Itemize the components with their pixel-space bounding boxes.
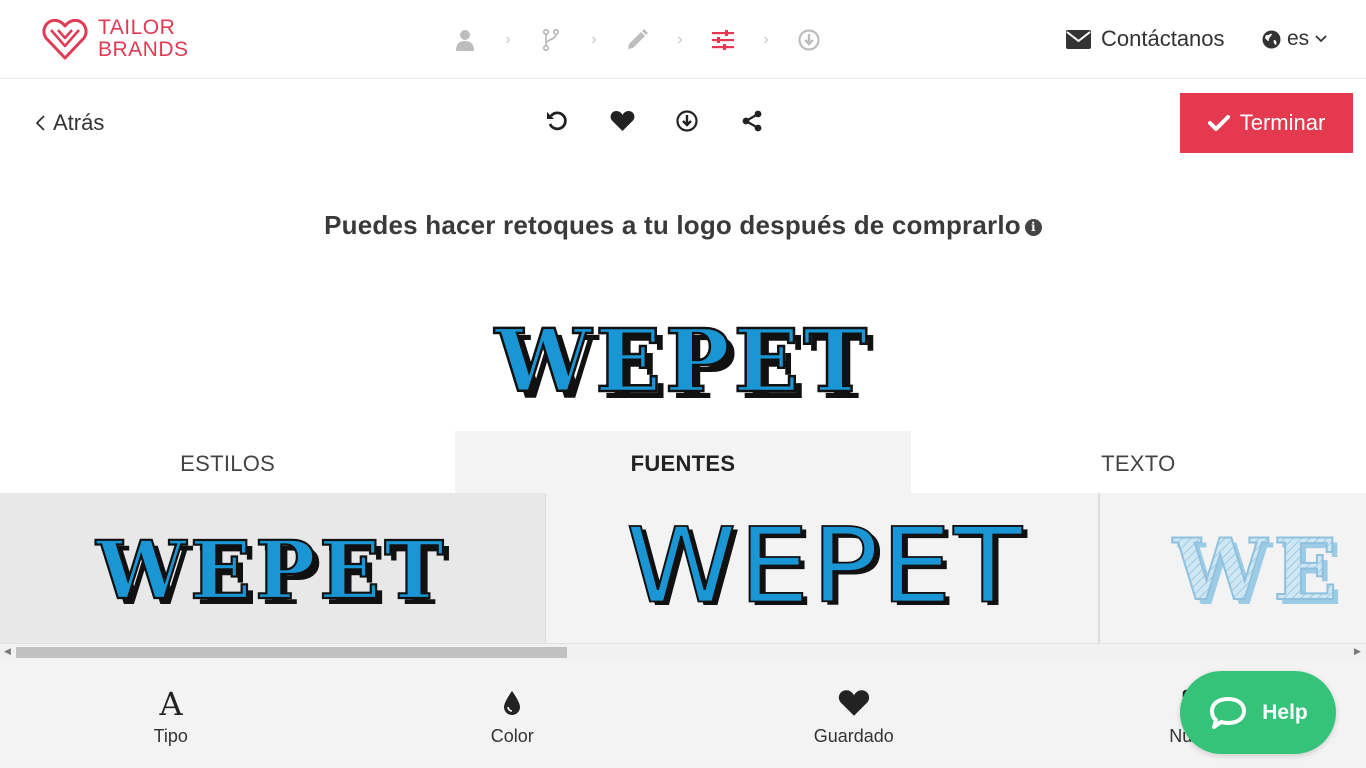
chat-bubble-icon (1210, 696, 1247, 729)
contact-label: Contáctanos (1101, 26, 1225, 51)
undo-button[interactable] (544, 106, 570, 136)
info-icon[interactable]: i (1024, 219, 1042, 236)
font-preview-text: WEPET (95, 523, 447, 617)
font-preview: WEPET WEPET (94, 522, 450, 623)
user-icon (456, 30, 474, 51)
pencil-icon (628, 29, 648, 49)
logo-preview: WEPET WEPET (493, 314, 875, 410)
font-preview-text: WEPET (626, 507, 1024, 627)
back-button[interactable]: Atrás (36, 108, 104, 138)
font-preview-text: WE (1172, 520, 1343, 619)
tab-fuentes[interactable]: FUENTES (455, 431, 911, 493)
chevron-left-icon (36, 115, 45, 131)
tool-group (544, 106, 765, 136)
step-branch[interactable] (536, 22, 566, 58)
chevron-down-icon (1315, 35, 1327, 43)
font-option-card[interactable]: WE WE (1099, 493, 1366, 643)
step-adjust[interactable] (708, 22, 738, 58)
contact-link[interactable]: Contáctanos (1066, 22, 1225, 56)
heart-gem-icon (42, 18, 88, 60)
heart-icon (838, 686, 870, 720)
check-icon (1207, 115, 1230, 131)
finish-label: Terminar (1239, 110, 1326, 135)
back-label: Atrás (53, 110, 105, 135)
progress-steps: › › › › (450, 22, 824, 58)
chevron-right-icon: › (591, 31, 597, 48)
font-preview: WEPET WEPET (625, 506, 1027, 630)
sliders-icon (712, 30, 734, 50)
envelope-icon (1066, 29, 1091, 49)
tab-texto[interactable]: TEXTO (911, 431, 1366, 493)
scroll-right-icon[interactable]: ▶ (1354, 646, 1361, 657)
chevron-right-icon: › (505, 31, 511, 48)
font-option-card[interactable]: WEPET WEPET (0, 493, 546, 643)
share-button[interactable] (739, 106, 765, 136)
brand-line-1: TAILOR (98, 16, 176, 39)
editor-tabs: ESTILOS FUENTES TEXTO (0, 431, 1366, 493)
chevron-right-icon: › (677, 31, 683, 48)
drop-icon (503, 686, 521, 720)
headline-text: Puedes hacer retoques a tu logo después … (324, 210, 1021, 240)
bottom-nav: A Tipo Color Guardado Nuevo (0, 660, 1366, 768)
tab-estilos[interactable]: ESTILOS (0, 431, 455, 493)
editor-toolbar: Atrás Terminar (0, 80, 1366, 166)
branch-icon (543, 29, 559, 51)
top-bar: TAILOR BRANDS › › › › Contáctanos es (0, 0, 1366, 79)
bottom-nav-tipo[interactable]: A Tipo (0, 660, 342, 768)
undo-icon (547, 111, 567, 131)
heart-icon (610, 111, 634, 131)
brand-logo[interactable]: TAILOR BRANDS (42, 15, 189, 63)
bottom-nav-guardado[interactable]: Guardado (683, 660, 1025, 768)
share-icon (742, 110, 762, 132)
brand-name: TAILOR BRANDS (98, 17, 189, 61)
step-edit[interactable] (622, 22, 652, 58)
font-options-strip: WEPET WEPET WEPET WEPET WE WE (0, 493, 1366, 643)
bottom-nav-color[interactable]: Color (342, 660, 684, 768)
language-selector[interactable]: es (1262, 22, 1327, 56)
scroll-thumb[interactable] (16, 647, 567, 658)
bottom-nav-label: Color (490, 725, 534, 746)
favorite-button[interactable] (609, 106, 635, 136)
scroll-left-icon[interactable]: ◀ (4, 646, 11, 657)
download-button[interactable] (674, 106, 700, 136)
help-button[interactable]: Help (1180, 671, 1336, 754)
download-circle-icon (798, 29, 820, 51)
bottom-nav-label: Guardado (813, 725, 894, 746)
font-icon: A (156, 686, 186, 720)
font-preview: WE WE (1171, 519, 1343, 624)
logo-text: WEPET (494, 314, 871, 410)
step-user[interactable] (450, 22, 480, 58)
language-label: es (1287, 27, 1310, 50)
finish-button[interactable]: Terminar (1180, 93, 1353, 153)
font-option-card[interactable]: WEPET WEPET (546, 493, 1099, 643)
chevron-right-icon: › (763, 31, 769, 48)
download-icon (676, 110, 698, 132)
globe-icon (1262, 30, 1281, 48)
svg-text:A: A (158, 688, 183, 718)
step-download[interactable] (794, 22, 824, 58)
help-label: Help (1262, 700, 1308, 724)
bottom-nav-label: Tipo (153, 725, 188, 746)
brand-line-2: BRANDS (98, 38, 189, 61)
page-headline: Puedes hacer retoques a tu logo después … (0, 210, 1366, 241)
horizontal-scrollbar[interactable]: ◀ ▶ (0, 643, 1366, 660)
